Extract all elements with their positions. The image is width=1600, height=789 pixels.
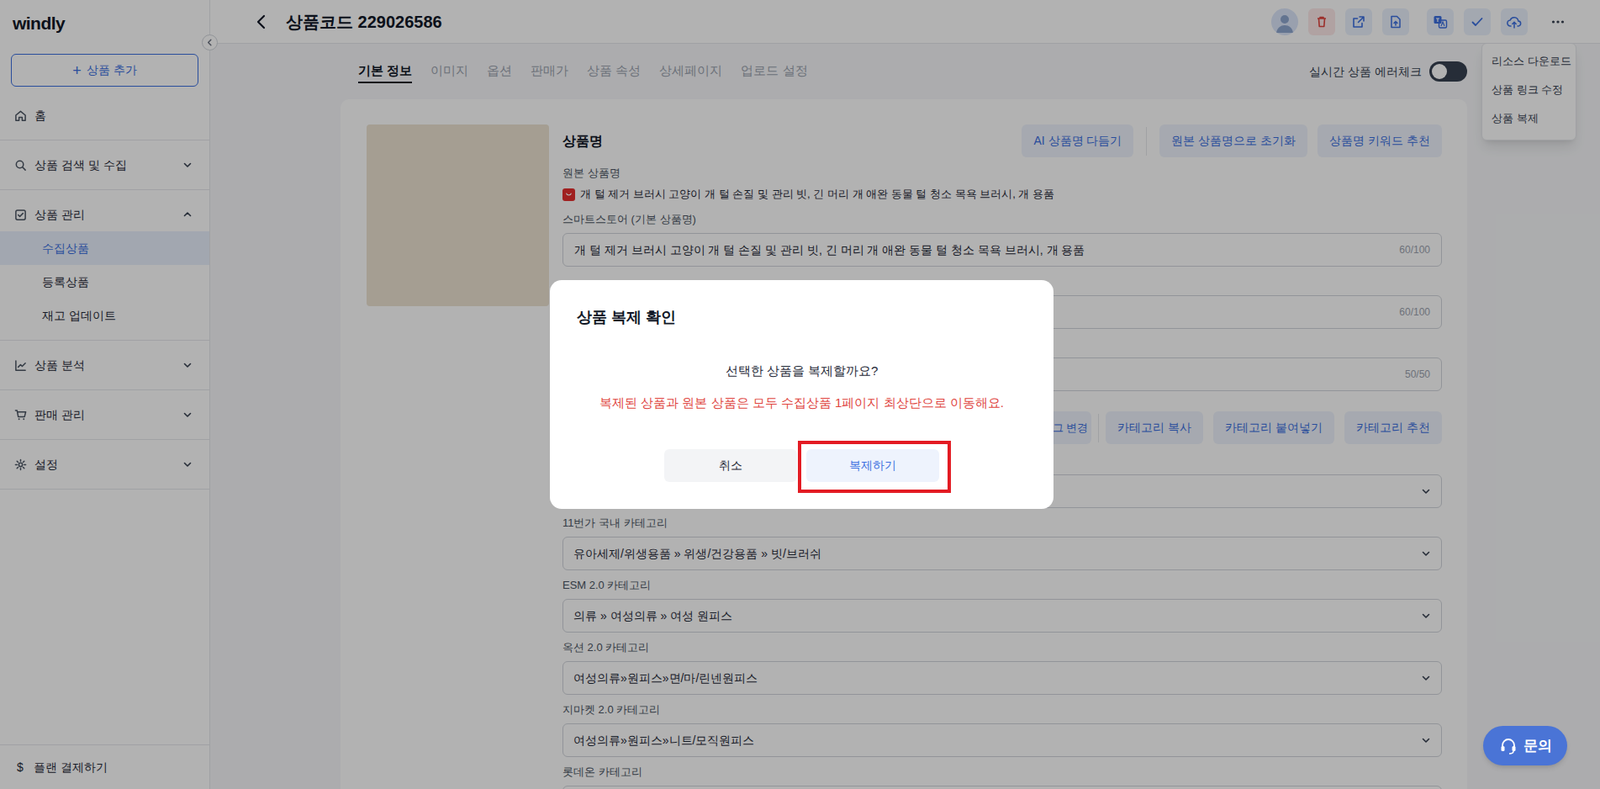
cancel-button[interactable]: 취소 <box>664 448 798 482</box>
duplicate-dialog: 상품 복제 확인 선택한 상품을 복제할까요? 복제된 상품과 원본 상품은 모… <box>549 279 1054 509</box>
annotation-box <box>797 440 951 493</box>
chat-button[interactable]: 문의 <box>1483 725 1568 766</box>
headset-icon <box>1499 736 1518 756</box>
dialog-title: 상품 복제 확인 <box>576 306 1027 328</box>
dialog-message: 선택한 상품을 복제할까요? <box>576 362 1027 380</box>
app: windly + 상품 추가 홈상품 검색 및 수집상품 관리수집상품등록상품재… <box>0 0 1600 789</box>
dialog-warning: 복제된 상품과 원본 상품은 모두 수집상품 1페이지 최상단으로 이동해요. <box>576 394 1027 412</box>
duplicate-button[interactable]: 복제하기 <box>806 448 940 482</box>
